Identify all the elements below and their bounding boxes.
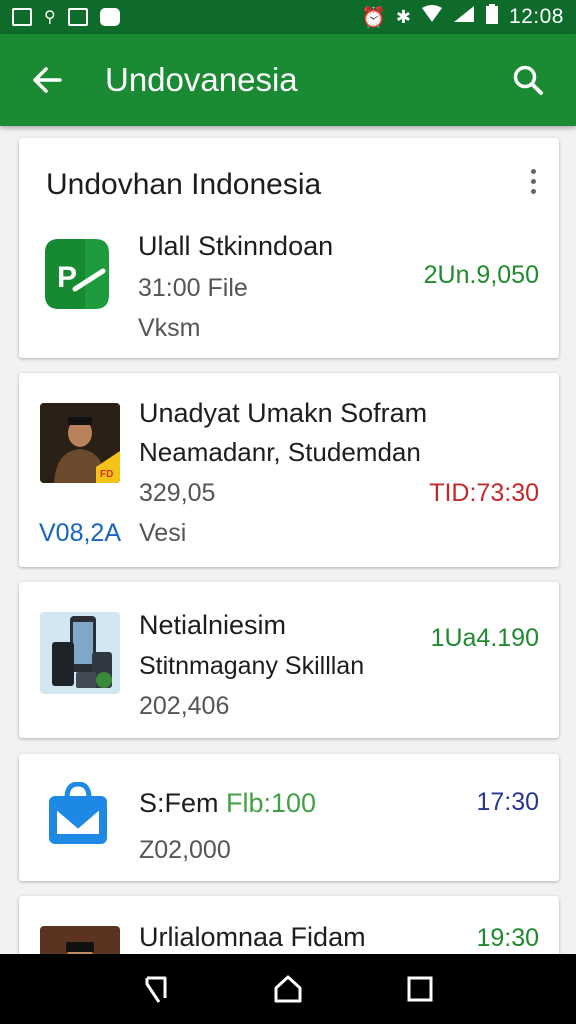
section-title: Undovhan Indonesia xyxy=(46,168,322,201)
arrow-back-icon xyxy=(33,67,62,93)
image-notification-icon xyxy=(12,8,32,26)
item-subtitle: Stitnmagany Skilllan xyxy=(139,652,365,680)
item-tag: V08,2A xyxy=(39,519,122,547)
person-photo-thumbnail xyxy=(40,926,120,954)
list-item[interactable]: S:Fem Flb:100 Z02,000 17:30 xyxy=(19,754,559,881)
item-value: 19:30 xyxy=(476,924,539,952)
battery-icon xyxy=(485,4,499,30)
item-title-prefix: S:Fem xyxy=(139,788,227,818)
item-title: Ulall Stkinndoan xyxy=(138,231,334,261)
list-item[interactable]: Urlialomnaa Fidam 19:30 xyxy=(19,896,559,954)
item-meta: Z02,000 xyxy=(139,836,231,864)
usb-icon: ⚲ xyxy=(44,9,56,26)
back-nav-icon xyxy=(145,976,167,1003)
message-notification-icon xyxy=(99,8,120,26)
item-meta: 329,05 xyxy=(139,479,216,507)
recents-icon xyxy=(407,976,433,1002)
status-bar: ⚲ ⏰ ✱ 12:08 xyxy=(0,0,576,34)
item-value: 1Ua4.190 xyxy=(430,624,539,652)
alarm-icon: ⏰ xyxy=(360,6,386,29)
signal-icon xyxy=(453,5,475,29)
wifi-icon xyxy=(421,5,443,29)
person-photo-thumbnail: FD xyxy=(40,403,120,483)
home-icon xyxy=(274,975,302,1003)
page-title: Undovanesia xyxy=(105,61,298,98)
list-item[interactable]: Netialniesim Stitnmagany Skilllan 202,40… xyxy=(19,582,559,738)
bluetooth-icon: ✱ xyxy=(395,6,411,27)
recents-nav-button[interactable] xyxy=(390,959,450,1019)
item-title-highlight: Flb:100 xyxy=(226,788,317,818)
overflow-menu-button[interactable] xyxy=(521,166,545,196)
item-tag-secondary: Vesi xyxy=(139,519,187,547)
status-time: 12:08 xyxy=(508,5,564,28)
badge-text: FD xyxy=(100,469,113,480)
document-app-icon: P xyxy=(45,239,109,309)
item-subtitle: 31:00 File xyxy=(138,274,248,302)
item-meta: Vksm xyxy=(138,314,201,342)
item-title: Unadyat Umakn Sofram xyxy=(139,398,428,428)
home-nav-button[interactable] xyxy=(258,959,318,1019)
item-title: S:Fem Flb:100 xyxy=(139,788,316,819)
item-meta: 202,406 xyxy=(139,692,230,720)
item-value: 17:30 xyxy=(476,788,539,816)
list-item[interactable]: P Ulall Stkinndoan 31:00 File Vksm 2Un.9… xyxy=(19,213,559,358)
back-button[interactable] xyxy=(17,50,77,110)
item-title: Netialniesim xyxy=(139,610,287,640)
item-list: Undovhan Indonesia P Ulall Stkinndoan 31… xyxy=(0,126,576,954)
app-bar: Undovanesia xyxy=(0,34,576,126)
app-notification-icon xyxy=(67,8,88,26)
back-nav-button[interactable] xyxy=(126,959,186,1019)
item-value: TID:73:30 xyxy=(429,479,539,507)
list-item[interactable]: FD Unadyat Umakn Sofram Neamadanr, Stude… xyxy=(19,373,559,567)
search-button[interactable] xyxy=(498,50,558,110)
mail-bag-icon xyxy=(47,781,109,846)
section-card: Undovhan Indonesia P Ulall Stkinndoan 31… xyxy=(19,138,559,358)
item-title: Urlialomnaa Fidam xyxy=(139,922,366,952)
search-icon xyxy=(513,65,543,95)
phones-thumbnail xyxy=(40,612,120,694)
item-subtitle: Neamadanr, Studemdan xyxy=(139,437,421,467)
system-navigation-bar xyxy=(0,954,576,1024)
item-value: 2Un.9,050 xyxy=(423,261,539,289)
